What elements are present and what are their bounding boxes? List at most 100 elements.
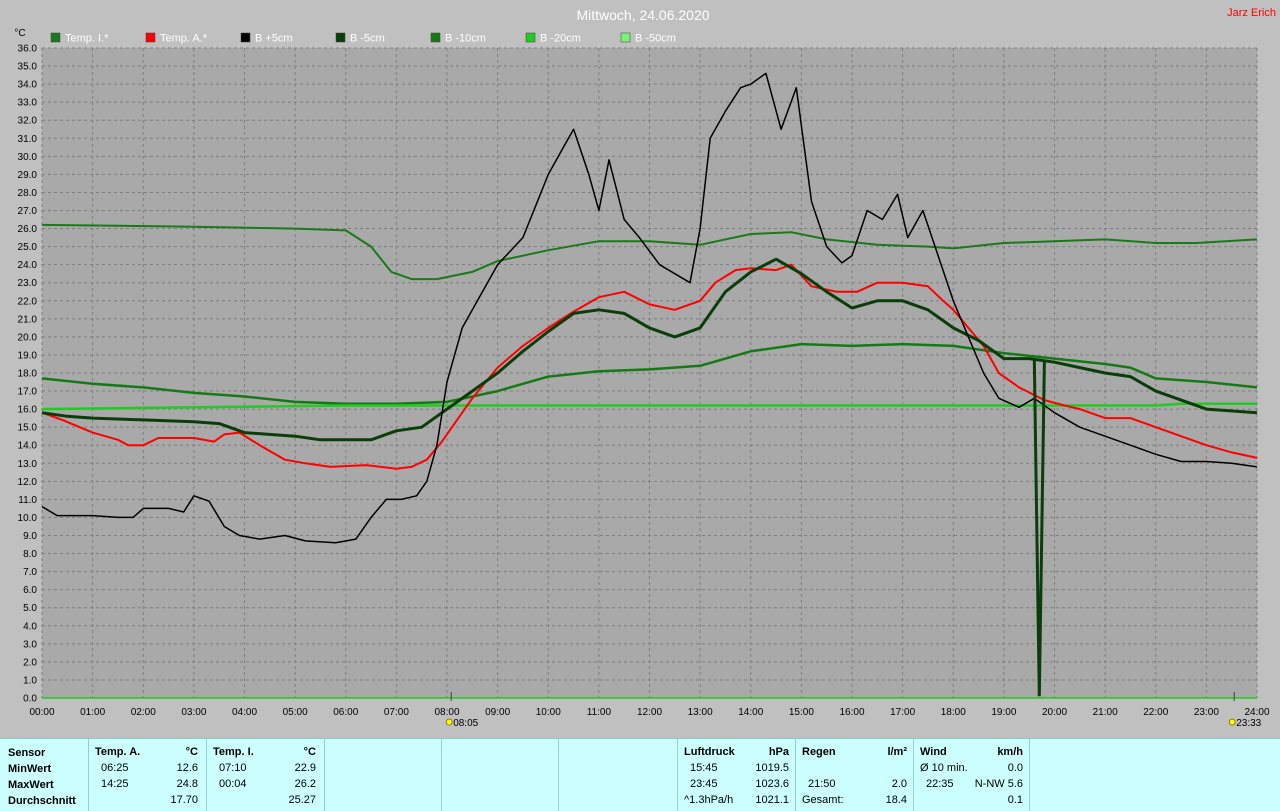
panel-empty-1 (325, 739, 442, 811)
y-tick-label: 5.0 (23, 603, 37, 614)
y-tick-label: 10.0 (18, 513, 38, 524)
y-tick-label: 18.0 (18, 369, 38, 380)
chart-title: Mittwoch, 24.06.2020 (576, 7, 709, 23)
temp-a-max-value: 24.8 (176, 778, 198, 790)
y-tick-label: 17.0 (18, 387, 38, 398)
rain-header: Regen (802, 746, 836, 758)
rain-max-value: 2.0 (891, 778, 907, 790)
temp-i-min-time: 07:10 (219, 762, 247, 774)
legend-label: B +5cm (255, 33, 293, 45)
y-axis-unit: °C (14, 28, 25, 39)
y-tick-label: 1.0 (23, 675, 37, 686)
rain-total-label: Gesamt: (802, 794, 844, 806)
temp-i-min-value: 22.9 (294, 762, 316, 774)
legend-swatch (50, 32, 61, 43)
temp-i-max-time: 00:04 (219, 778, 247, 790)
x-tick-label: 23:00 (1194, 707, 1219, 718)
temp-i-unit: °C (303, 746, 316, 758)
panel-pressure: Luftdruck hPa 15:45 1019.5 23:45 1023.6 … (678, 739, 796, 811)
y-tick-label: 9.0 (23, 531, 37, 542)
y-tick-label: 22.0 (18, 296, 38, 307)
wind-current-value: 0.1 (1007, 794, 1023, 806)
panel-rain: Regen l/m² 21:50 2.0 Gesamt: 18.4 (796, 739, 914, 811)
y-tick-label: 26.0 (18, 224, 38, 235)
pressure-max-value: 1023.6 (755, 778, 789, 790)
pressure-unit: hPa (768, 746, 789, 758)
y-tick-label: 11.0 (18, 495, 37, 506)
panel-temp-i: Temp. I. °C 07:10 22.9 00:04 26.2 25.27 (207, 739, 325, 811)
y-tick-label: 21.0 (18, 314, 38, 325)
legend-label: B -50cm (635, 33, 676, 45)
wind-max-value: N-NW 5.6 (974, 778, 1023, 790)
panel-empty-3 (559, 739, 678, 811)
legend-swatch (240, 32, 251, 43)
x-tick-label: 09:00 (485, 707, 510, 718)
legend-swatch (335, 32, 346, 43)
x-tick-label: 12:00 (637, 707, 662, 718)
pressure-header: Luftdruck (684, 746, 735, 758)
x-tick-label: 14:00 (738, 707, 763, 718)
x-tick-label: 06:00 (333, 707, 358, 718)
temp-i-average: 25.27 (288, 794, 316, 806)
x-tick-label: 20:00 (1042, 707, 1067, 718)
y-tick-label: 19.0 (18, 350, 38, 361)
x-tick-label: 04:00 (232, 707, 257, 718)
wind-header: Wind (920, 746, 947, 758)
y-tick-label: 25.0 (18, 242, 38, 253)
y-tick-label: 27.0 (18, 206, 38, 217)
y-tick-label: 4.0 (23, 621, 37, 632)
legend-label: Temp. A.* (160, 33, 208, 45)
sunrise-icon (445, 718, 453, 726)
x-tick-label: 00:00 (29, 707, 54, 718)
wind-unit: km/h (997, 746, 1023, 758)
rain-max-time: 21:50 (808, 778, 836, 790)
legend-label: Temp. I.* (65, 33, 109, 45)
pressure-min-value: 1019.5 (755, 762, 789, 774)
wind-avg-label: Ø 10 min. (920, 762, 968, 774)
x-tick-label: 13:00 (688, 707, 713, 718)
sunset-icon (1228, 718, 1236, 726)
legend-label: B -5cm (350, 33, 385, 45)
legend-label: B -10cm (445, 33, 486, 45)
wind-max-time: 22:35 (926, 778, 954, 790)
x-tick-label: 02:00 (131, 707, 156, 718)
pressure-current: 1021.1 (755, 794, 789, 806)
wind-avg-value: 0.0 (1007, 762, 1023, 774)
x-tick-label: 15:00 (789, 707, 814, 718)
x-tick-label: 10:00 (536, 707, 561, 718)
y-tick-label: 13.0 (18, 459, 38, 470)
legend-swatch (430, 32, 441, 43)
row-label-min: MinWert (8, 763, 52, 775)
x-tick-label: 17:00 (890, 707, 915, 718)
y-tick-label: 32.0 (18, 116, 38, 127)
row-label-sensor: Sensor (8, 747, 46, 759)
pressure-max-time: 23:45 (690, 778, 718, 790)
y-tick-label: 16.0 (18, 405, 38, 416)
x-tick-label: 18:00 (941, 707, 966, 718)
y-tick-label: 3.0 (23, 639, 37, 650)
y-tick-label: 35.0 (18, 62, 38, 73)
x-tick-label: 24:00 (1244, 707, 1269, 718)
temp-i-max-value: 26.2 (294, 778, 316, 790)
temp-a-max-time: 14:25 (101, 778, 129, 790)
y-tick-label: 31.0 (18, 134, 38, 145)
y-tick-label: 2.0 (23, 657, 37, 668)
row-label-avg: Durchschnitt (8, 795, 76, 807)
panel-row-labels: Sensor MinWert MaxWert Durchschnitt (0, 739, 89, 811)
panel-wind: Wind km/h Ø 10 min. 0.0 22:35 N-NW 5.6 0… (914, 739, 1030, 811)
y-tick-label: 15.0 (18, 423, 38, 434)
pressure-trend: ^1.3hPa/h (684, 794, 734, 806)
y-tick-label: 29.0 (18, 170, 38, 181)
temp-a-min-value: 12.6 (176, 762, 198, 774)
temp-a-min-time: 06:25 (101, 762, 129, 774)
statistics-panel: Sensor MinWert MaxWert Durchschnitt Temp… (0, 738, 1280, 811)
y-tick-label: 14.0 (18, 441, 38, 452)
temp-a-unit: °C (185, 746, 198, 758)
x-tick-label: 16:00 (839, 707, 864, 718)
y-tick-label: 7.0 (23, 567, 37, 578)
y-tick-label: 30.0 (18, 152, 38, 163)
x-tick-label: 03:00 (181, 707, 206, 718)
y-tick-label: 36.0 (18, 44, 38, 55)
legend-swatch (525, 32, 536, 43)
y-tick-label: 8.0 (23, 549, 37, 560)
